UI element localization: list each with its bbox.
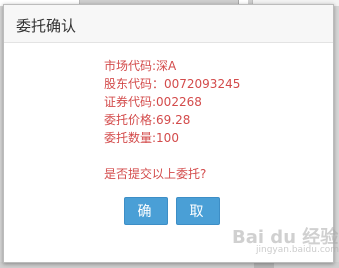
order-price: 委托价格:69.28 (104, 113, 191, 127)
shareholder-code: 股东代码：0072093245 (104, 77, 241, 91)
order-quantity: 委托数量:100 (104, 131, 179, 145)
confirm-button[interactable]: 确定 (124, 197, 168, 248)
market-code: 市场代码:深A (104, 59, 177, 73)
cancel-button[interactable]: 取消 (176, 197, 220, 248)
security-code: 证券代码:002268 (104, 95, 202, 109)
order-info: 市场代码:深A 股东代码：0072093245 证券代码:002268 委托价格… (104, 57, 240, 147)
dialog-title: 委托确认 (16, 17, 77, 35)
order-confirm-dialog: 委托确认 市场代码:深A 股东代码：0072093245 证券代码:002268… (3, 4, 339, 263)
confirm-question: 是否提交以上委托? (104, 167, 207, 181)
dialog-header: 委托确认 (4, 5, 333, 43)
watermark-url: jingyan.baidu.com (256, 245, 339, 255)
